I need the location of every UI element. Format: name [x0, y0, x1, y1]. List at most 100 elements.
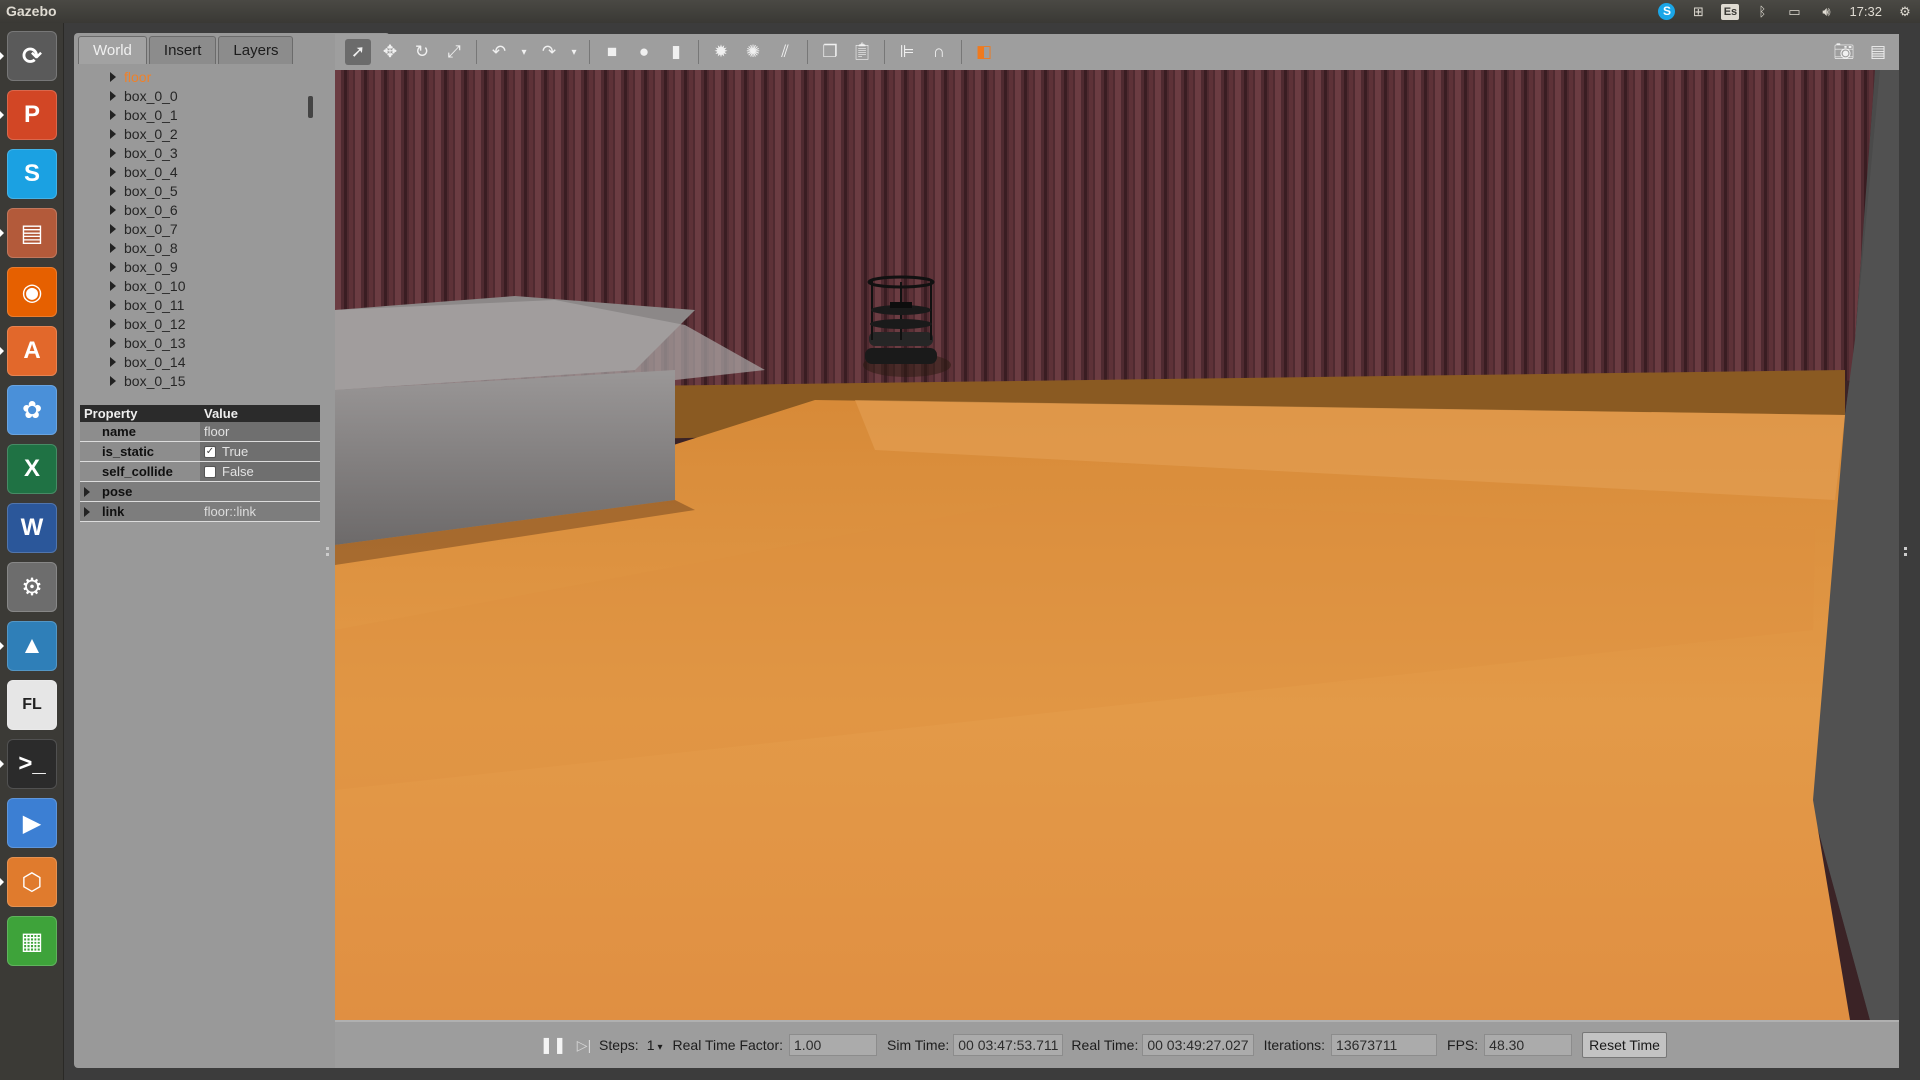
volume-icon[interactable]: 🔊︎ [1817, 4, 1835, 20]
launcher-software-center-icon[interactable]: A [7, 326, 57, 376]
property-table: Property Value name floor is_static ✓ Tr… [80, 405, 320, 522]
running-indicator [0, 229, 4, 237]
tree-item-label: box_0_7 [124, 220, 178, 237]
right-splitter-handle[interactable] [1904, 547, 1907, 556]
expand-arrow-icon[interactable] [110, 356, 116, 367]
pause-icon[interactable]: ❚❚ [540, 1032, 567, 1058]
launcher-files-icon[interactable]: ▤ [7, 208, 57, 258]
launcher-skype-icon[interactable]: S [7, 149, 57, 199]
is-static-checkbox[interactable]: ✓ [204, 445, 216, 458]
tab-layers[interactable]: Layers [218, 36, 294, 64]
expand-arrow-icon[interactable] [110, 299, 116, 310]
expand-arrow-icon[interactable] [110, 337, 116, 348]
directional-light-icon[interactable]: ⫽ [772, 39, 798, 65]
real-time-field: 00 03:49:27.027 [1142, 1034, 1254, 1056]
iterations-label: Iterations: [1263, 1037, 1326, 1053]
bluetooth-icon[interactable]: ᛒ [1753, 4, 1771, 20]
expand-arrow-icon[interactable] [110, 185, 116, 196]
launcher-matlab-icon[interactable]: ▲ [7, 621, 57, 671]
property-group-pose[interactable]: pose [80, 482, 320, 502]
launcher-word-icon[interactable]: W [7, 503, 57, 553]
clock[interactable]: 17:32 [1849, 4, 1882, 19]
property-key: pose [102, 484, 133, 499]
undo-icon[interactable]: ↶ [486, 39, 512, 65]
launcher-fledps-icon[interactable]: FL [7, 680, 57, 730]
tree-scrollbar[interactable] [308, 96, 313, 118]
steps-spinbox[interactable]: 1 [647, 1037, 655, 1053]
property-group-link[interactable]: link floor::link [80, 502, 320, 522]
launcher-terminal-icon[interactable]: >_ [7, 739, 57, 789]
launcher-picasa-icon[interactable]: ✿ [7, 385, 57, 435]
running-indicator [0, 111, 4, 119]
redo-icon[interactable]: ↷ [536, 39, 562, 65]
tab-bar: World Insert Layers [78, 36, 295, 64]
self-collide-checkbox[interactable] [204, 465, 216, 478]
toolbar-separator [589, 40, 590, 64]
log-data-icon[interactable]: ▤ [1865, 39, 1891, 65]
expand-arrow-icon[interactable] [110, 128, 116, 139]
value-column-header: Value [204, 406, 238, 421]
gear-icon[interactable]: ⚙ [1896, 4, 1914, 20]
expand-arrow-icon[interactable] [110, 166, 116, 177]
step-icon[interactable]: ▷| [573, 1032, 595, 1058]
tree-item-label: box_0_11 [124, 296, 185, 313]
tab-world[interactable]: World [78, 36, 147, 64]
spot-light-icon[interactable]: ✺ [740, 39, 766, 65]
top-panel: Gazebo S ⊞ Es ᛒ ▭ 🔊︎ 17:32 ⚙ [0, 0, 1920, 23]
translate-mode-icon[interactable]: ✥ [377, 39, 403, 65]
expand-arrow-icon[interactable] [110, 280, 116, 291]
launcher-calc-icon[interactable]: ▦ [7, 916, 57, 966]
tree-item-label: box_0_4 [124, 163, 178, 180]
launcher-gazebo-icon[interactable]: ⬡ [7, 857, 57, 907]
copy-icon[interactable]: ❐ [817, 39, 843, 65]
name-value-field[interactable]: floor [200, 422, 320, 441]
undo-history-icon[interactable]: ▾ [518, 39, 530, 65]
point-light-icon[interactable]: ✹ [708, 39, 734, 65]
tab-insert[interactable]: Insert [148, 36, 217, 64]
screenshot-camera-icon[interactable]: 📷︎ [1831, 39, 1857, 65]
property-key: is_static [102, 444, 155, 459]
expand-arrow-icon[interactable] [110, 71, 116, 82]
expand-arrow-icon[interactable] [110, 242, 116, 253]
scale-mode-icon[interactable]: ⤢ [441, 39, 467, 65]
expand-arrow-icon[interactable] [110, 223, 116, 234]
expand-arrow-icon[interactable] [110, 318, 116, 329]
launcher-excel-icon[interactable]: X [7, 444, 57, 494]
expand-arrow-icon[interactable] [110, 261, 116, 272]
paste-icon[interactable]: 📋︎ [849, 39, 875, 65]
launcher-firefox-icon[interactable]: ◉ [7, 267, 57, 317]
steps-dropdown-icon[interactable]: ▾ [658, 1042, 663, 1053]
rotate-mode-icon[interactable]: ↻ [409, 39, 435, 65]
launcher-system-settings-icon[interactable]: ⚙ [7, 562, 57, 612]
snap-icon[interactable]: ∩ [926, 39, 952, 65]
reset-time-button[interactable]: Reset Time [1582, 1032, 1667, 1058]
keyboard-layout-indicator[interactable]: Es [1721, 3, 1740, 20]
align-icon[interactable]: ⊫ [894, 39, 920, 65]
sphere-shape-icon[interactable]: ● [631, 39, 657, 65]
launcher-media-player-icon[interactable]: ▶ [7, 798, 57, 848]
property-key: link [102, 504, 125, 519]
battery-icon[interactable]: ▭ [1785, 4, 1803, 20]
self-collide-value: False [200, 462, 320, 481]
expand-arrow-icon[interactable] [110, 90, 116, 101]
select-mode-icon[interactable]: ➚ [345, 39, 371, 65]
gazebo-window: World Insert Layers floor box_0_0 box_0_1 b… [64, 23, 1920, 1080]
skype-tray-icon[interactable]: S [1658, 3, 1676, 20]
expand-arrow-icon[interactable] [110, 204, 116, 215]
workspace-switcher-icon[interactable]: ⊞ [1689, 4, 1707, 20]
property-row-name: name floor [80, 422, 320, 442]
launcher-powerpoint-icon[interactable]: P [7, 90, 57, 140]
expand-arrow-icon[interactable] [110, 109, 116, 120]
box-shape-icon[interactable]: ■ [599, 39, 625, 65]
expand-arrow-icon[interactable] [110, 375, 116, 386]
3d-viewport[interactable] [335, 70, 1899, 1020]
launcher-dash-home-icon[interactable]: ⟳ [7, 31, 57, 81]
left-splitter-handle[interactable] [326, 547, 329, 556]
view-angle-icon[interactable]: ◧ [971, 39, 997, 65]
expand-arrow-icon[interactable] [84, 486, 90, 497]
expand-arrow-icon[interactable] [84, 506, 90, 517]
cylinder-shape-icon[interactable]: ▮ [663, 39, 689, 65]
tree-item-label: box_0_2 [124, 125, 178, 142]
expand-arrow-icon[interactable] [110, 147, 116, 158]
redo-history-icon[interactable]: ▾ [568, 39, 580, 65]
